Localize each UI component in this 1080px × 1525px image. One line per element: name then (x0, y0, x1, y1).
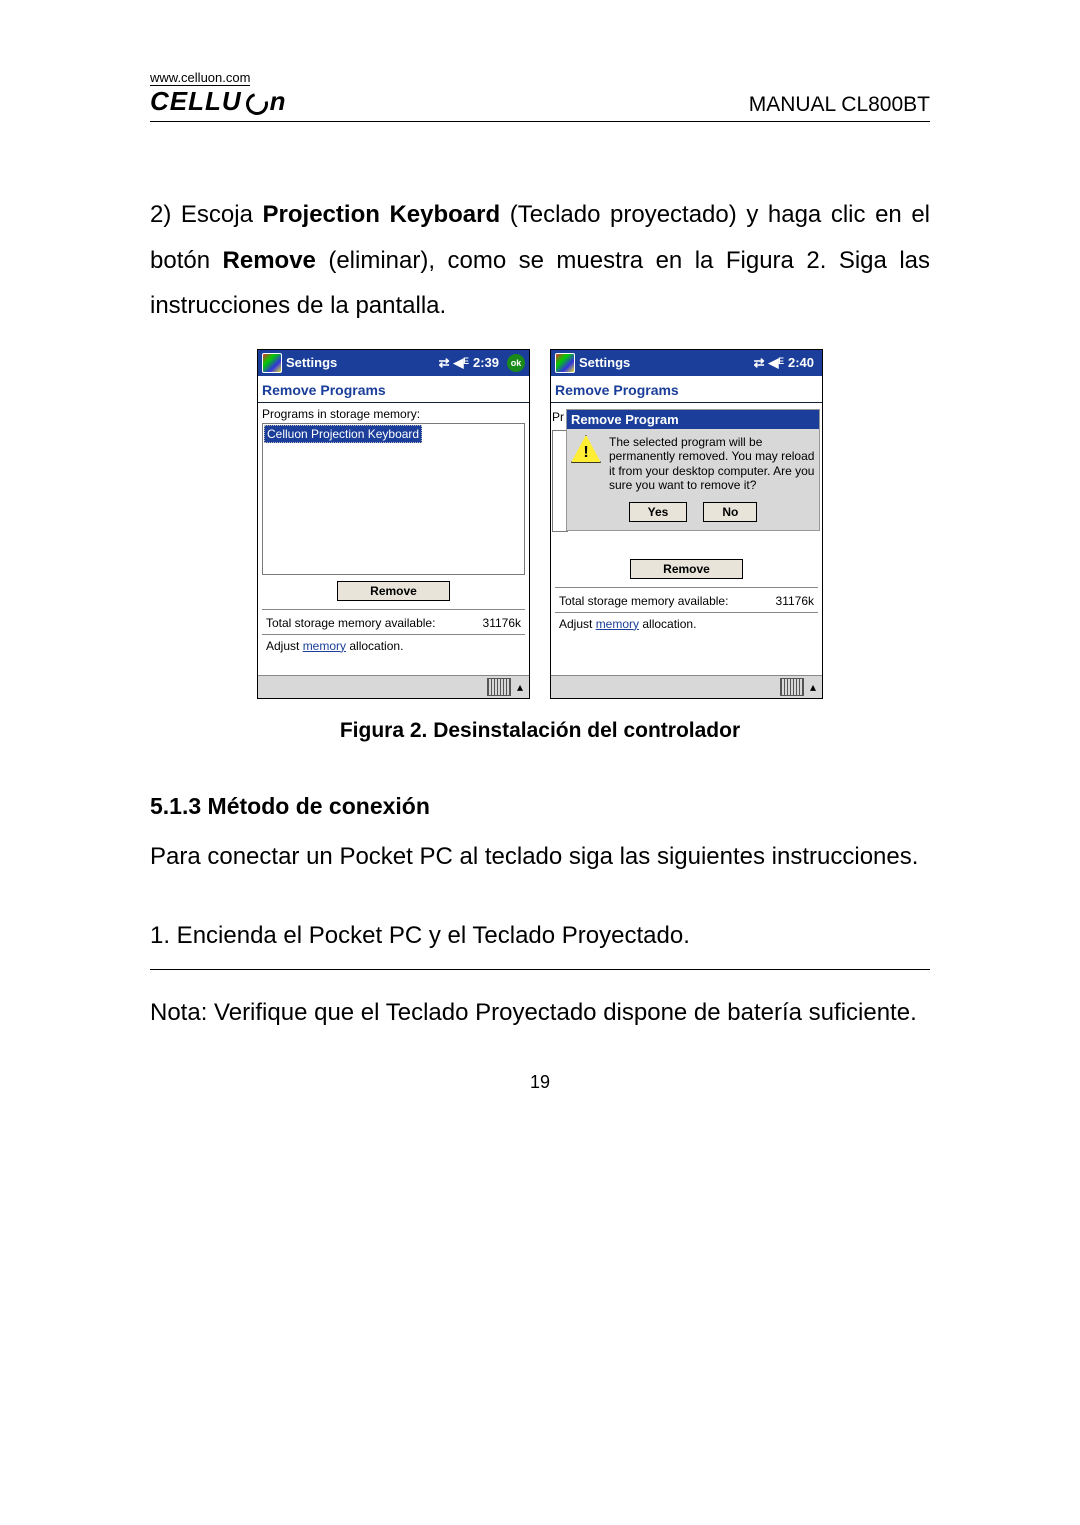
screenshot-1: Settings ⇄ ◀ᴱ 2:39 ok Remove Programs Pr… (257, 349, 530, 699)
clock: 2:39 (473, 355, 499, 370)
ok-button[interactable]: ok (507, 354, 525, 372)
manual-title: MANUAL CL800BT (749, 93, 930, 117)
yes-button[interactable]: Yes (629, 502, 688, 522)
connection-icon[interactable]: ⇄ (754, 355, 765, 371)
bottom-bar: ▴ (258, 675, 529, 698)
titlebar: Settings ⇄ ◀ᴱ 2:39 ok (258, 350, 529, 376)
memory-label: Total storage memory available: (266, 616, 435, 630)
no-button[interactable]: No (703, 502, 757, 522)
program-listbox[interactable]: Celluon Projection Keyboard (262, 423, 525, 575)
manual-page: www.celluon.com CELLU n MANUAL CL800BT 2… (0, 0, 1080, 1133)
page-header: www.celluon.com CELLU n MANUAL CL800BT (150, 70, 930, 122)
connect-step-1: 1. Encienda el Pocket PC y el Teclado Pr… (150, 913, 930, 959)
adjust-row: Adjust memory allocation. (262, 634, 525, 657)
instruction-step-2: 2) Escoja Projection Keyboard (Teclado p… (150, 192, 930, 329)
section-5-1-3: 5.1.3 Método de conexión (150, 793, 930, 820)
speaker-icon[interactable]: ◀ᴱ (769, 355, 784, 371)
bottom-bar: ▴ (551, 675, 822, 698)
note-divider-top (150, 969, 930, 970)
warning-icon: ! (571, 435, 601, 463)
sip-up-icon[interactable]: ▴ (513, 680, 527, 694)
window-title: Settings (286, 355, 435, 370)
sip-up-icon[interactable]: ▴ (806, 680, 820, 694)
keyboard-icon[interactable] (487, 678, 511, 696)
screenshots-row: Settings ⇄ ◀ᴱ 2:39 ok Remove Programs Pr… (150, 349, 930, 699)
section-heading: Remove Programs (551, 376, 822, 403)
memory-row: Total storage memory available: 31176k (555, 587, 818, 608)
connect-intro: Para conectar un Pocket PC al teclado si… (150, 834, 930, 880)
memory-value: 31176k (776, 594, 814, 608)
logo-swirl-icon (242, 88, 272, 118)
battery-note: Nota: Verifique que el Teclado Proyectad… (150, 984, 930, 1042)
speaker-icon[interactable]: ◀ᴱ (454, 355, 469, 371)
memory-value: 31176k (483, 616, 521, 630)
dialog-title: Remove Program (567, 410, 819, 429)
connection-icon[interactable]: ⇄ (439, 355, 450, 371)
dialog-body: ! The selected program will be permanent… (567, 433, 819, 495)
dialog-buttons: Yes No (567, 494, 819, 530)
confirm-dialog: Remove Program ! The selected program wi… (567, 410, 819, 531)
screenshot-2: Settings ⇄ ◀ᴱ 2:40 Remove Programs Pr Re… (550, 349, 823, 699)
memory-link[interactable]: memory (303, 639, 346, 653)
figure-caption: Figura 2. Desinstalación del controlador (150, 719, 930, 743)
remove-button[interactable]: Remove (337, 581, 450, 601)
listbox-sliver (552, 430, 568, 532)
titlebar: Settings ⇄ ◀ᴱ 2:40 (551, 350, 822, 376)
remove-button[interactable]: Remove (630, 559, 743, 579)
brand-logo: CELLU n (150, 86, 287, 117)
start-flag-icon[interactable] (262, 353, 282, 373)
memory-link[interactable]: memory (596, 617, 639, 631)
truncated-label: Pr (552, 410, 564, 424)
start-flag-icon[interactable] (555, 353, 575, 373)
page-number: 19 (150, 1072, 930, 1093)
brand-url: www.celluon.com (150, 70, 250, 86)
memory-label: Total storage memory available: (559, 594, 728, 608)
list-item[interactable]: Celluon Projection Keyboard (264, 425, 422, 443)
brand-block: www.celluon.com CELLU n (150, 70, 287, 117)
programs-label: Programs in storage memory: (258, 403, 529, 423)
keyboard-icon[interactable] (780, 678, 804, 696)
adjust-row: Adjust memory allocation. (555, 612, 818, 635)
window-title: Settings (579, 355, 750, 370)
clock: 2:40 (788, 355, 814, 370)
section-heading: Remove Programs (258, 376, 529, 403)
memory-row: Total storage memory available: 31176k (262, 609, 525, 630)
dialog-text: The selected program will be permanently… (609, 435, 815, 493)
